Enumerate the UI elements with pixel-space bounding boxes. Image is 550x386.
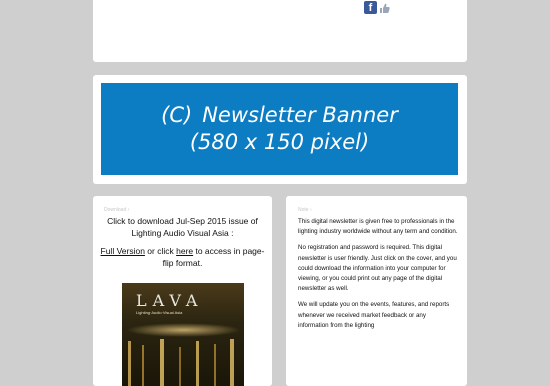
cover-logo: LAVA <box>136 291 204 310</box>
social-links: f <box>364 1 390 14</box>
banner-card: (C) Newsletter Banner (580 x 150 pixel) <box>93 75 467 184</box>
download-links: Full Version or click here to access in … <box>100 246 265 269</box>
like-icon[interactable] <box>378 2 390 14</box>
download-card: Download › Click to download Jul-Sep 201… <box>93 196 272 386</box>
top-card: f <box>93 0 467 62</box>
here-link[interactable]: here <box>176 246 193 256</box>
note-text: This digital newsletter is given free to… <box>298 217 458 337</box>
or-click-text: or click <box>144 246 177 256</box>
facebook-icon[interactable]: f <box>364 1 377 14</box>
download-text: Click to download Jul-Sep 2015 issue of … <box>100 216 265 276</box>
full-version-link[interactable]: Full Version <box>101 246 145 256</box>
note-paragraph-2: No registration and password is required… <box>298 244 457 293</box>
note-paragraph-3: We will update you on the events, featur… <box>298 301 450 329</box>
note-card: Note › This digital newsletter is given … <box>286 196 467 386</box>
download-heading: Download › <box>104 207 130 213</box>
note-paragraph-1: This digital newsletter is given free to… <box>298 218 458 236</box>
download-intro: Click to download Jul-Sep 2015 issue of … <box>107 216 258 238</box>
cover-subtitle: Lighting·Audio·Visual Asia <box>136 310 183 315</box>
note-heading: Note › <box>298 207 312 213</box>
banner-title: Newsletter Banner <box>202 103 398 127</box>
banner-size: (580 x 150 pixel) <box>189 130 370 154</box>
banner-title-line: (C) Newsletter Banner <box>101 102 458 129</box>
newsletter-banner[interactable]: (C) Newsletter Banner (580 x 150 pixel) <box>101 83 458 175</box>
banner-prefix: (C) <box>161 103 193 127</box>
cover-light-streaks <box>128 339 234 386</box>
magazine-cover[interactable]: LAVA Lighting·Audio·Visual Asia <box>122 283 244 386</box>
cover-light-glow <box>126 323 241 337</box>
